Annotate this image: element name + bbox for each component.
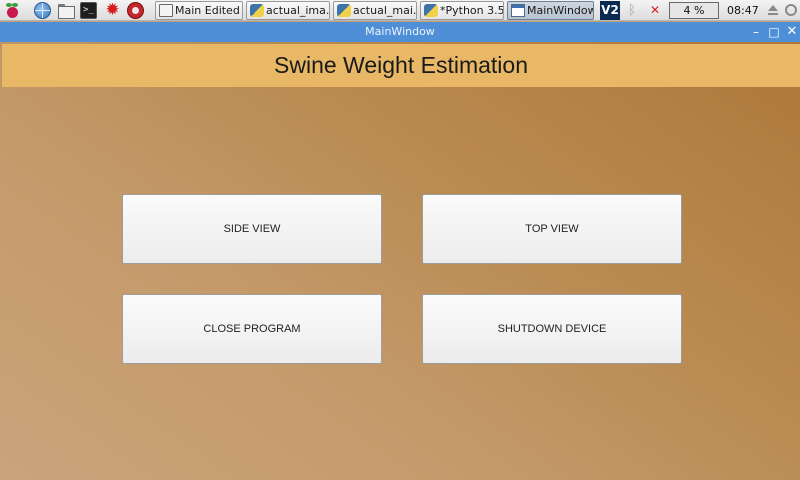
task-mainwindow[interactable]: MainWindow: [507, 1, 594, 20]
minimize-button[interactable]: –: [748, 24, 764, 40]
bluetooth-icon[interactable]: ᛒ: [626, 2, 638, 19]
vnc-icon[interactable]: V2: [600, 1, 620, 20]
web-browser-icon[interactable]: [34, 2, 51, 19]
math-burst-icon[interactable]: ✹: [104, 2, 121, 19]
page-title: Swine Weight Estimation: [274, 52, 528, 78]
power-icon[interactable]: [785, 4, 797, 16]
side-view-button[interactable]: SIDE VIEW: [122, 194, 382, 264]
window-title: MainWindow: [365, 25, 435, 38]
task-label: *Python 3.5...: [440, 4, 504, 17]
python-icon: [424, 4, 438, 17]
shutdown-device-button[interactable]: SHUTDOWN DEVICE: [422, 294, 682, 364]
wolfram-icon[interactable]: [127, 2, 144, 19]
task-main-edited[interactable]: Main Edited: [155, 1, 243, 20]
terminal-icon[interactable]: >_: [80, 2, 97, 19]
task-actual-mai[interactable]: actual_mai...: [333, 1, 417, 20]
cpu-usage-monitor: 4 %: [669, 2, 719, 19]
close-window-button[interactable]: ✕: [784, 24, 800, 40]
close-program-button[interactable]: CLOSE PROGRAM: [122, 294, 382, 364]
folder-icon: [159, 4, 173, 17]
eject-icon[interactable]: [767, 3, 779, 18]
app-header: Swine Weight Estimation: [2, 44, 800, 87]
main-window-content: Swine Weight Estimation SIDE VIEW TOP VI…: [0, 42, 800, 480]
python-icon: [250, 4, 264, 17]
task-label: MainWindow: [527, 4, 594, 17]
raspberry-menu-icon[interactable]: [4, 2, 21, 19]
window-titlebar[interactable]: MainWindow – □ ✕: [0, 22, 800, 42]
task-label: actual_ima...: [266, 4, 330, 17]
clock[interactable]: 08:47: [727, 0, 759, 21]
system-taskbar: >_ ✹ Main Edited actual_ima... actual_ma…: [0, 0, 800, 21]
window-icon: [511, 4, 525, 17]
task-label: actual_mai...: [353, 4, 417, 17]
task-label: Main Edited: [175, 4, 240, 17]
network-disconnected-icon[interactable]: ✕: [649, 2, 661, 19]
python-icon: [337, 4, 351, 17]
task-actual-ima[interactable]: actual_ima...: [246, 1, 330, 20]
file-manager-icon[interactable]: [57, 2, 75, 19]
task-python-shell[interactable]: *Python 3.5...: [420, 1, 504, 20]
maximize-button[interactable]: □: [766, 24, 782, 40]
top-view-button[interactable]: TOP VIEW: [422, 194, 682, 264]
